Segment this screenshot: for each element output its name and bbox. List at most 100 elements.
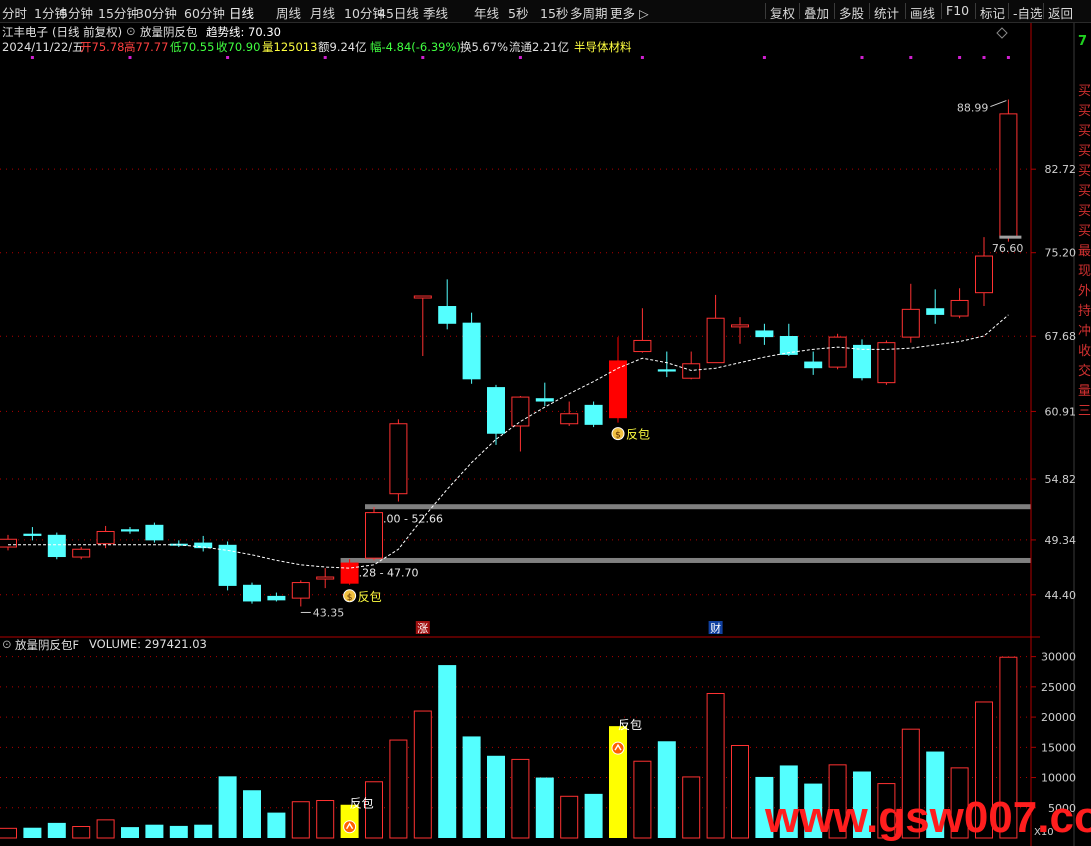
price-tick-label: 75.20 [1045, 247, 1077, 260]
volume-bar-down [47, 822, 66, 838]
volume-bar-up [316, 800, 335, 839]
top-dot [958, 56, 962, 59]
chevron-down-icon[interactable]: ⊙ [126, 24, 136, 38]
annotation-label: 88.99 [957, 102, 989, 115]
volume-bar-up [633, 760, 652, 839]
right-panel-glyph: 交 [1078, 364, 1091, 379]
right-panel-glyph: 现 [1078, 264, 1091, 279]
toolbar-separator [1008, 3, 1009, 19]
toolbar-button-5[interactable]: F10 [946, 3, 969, 18]
candlesticks[interactable] [0, 99, 1018, 607]
period-tab-11[interactable]: 季线 [423, 3, 448, 22]
close: 收70.90 [216, 40, 261, 54]
volume-indicator-name[interactable]: 放量阴反包F [15, 637, 79, 653]
candle-body-up [950, 299, 969, 317]
toolbar-button-2[interactable]: 多股 [839, 3, 864, 22]
candle-body-down [657, 369, 676, 372]
toolbar-button-0[interactable]: 复权 [770, 3, 795, 22]
period-tab-16[interactable]: 更多 ▷ [610, 3, 649, 22]
volume-bar-down [462, 736, 481, 838]
candle-body-up [682, 363, 701, 379]
kline-chart[interactable]: 52.00 - 52.6647.28 - 47.70 $ 反包 $ 反包 43.35 8… [0, 0, 1091, 846]
toolbar-button-4[interactable]: 画线 [910, 3, 935, 22]
top-dot [323, 56, 327, 59]
toolbar-button-1[interactable]: 叠加 [804, 3, 829, 22]
period-tab-3[interactable]: 15分钟 [98, 3, 139, 22]
period-tab-2[interactable]: 5分钟 [60, 3, 93, 22]
volume-tick-label: 10000 [1041, 772, 1076, 785]
right-panel-glyph: 外 [1078, 284, 1091, 299]
volume-bar-down [218, 776, 237, 838]
candle-body-up [0, 538, 17, 548]
top-dot [762, 56, 766, 59]
event-markers[interactable]: 涨财 [415, 621, 723, 635]
volume-bar-down [535, 777, 554, 838]
candle-body-down [23, 533, 42, 536]
candle-body-up [389, 423, 408, 495]
period-tab-13[interactable]: 5秒 [508, 3, 528, 22]
period-tab-15[interactable]: 多周期 [570, 3, 608, 22]
right-panel-glyph: 买 [1078, 124, 1091, 139]
annotation-arrow [990, 100, 1007, 108]
candle-body-up [413, 295, 432, 299]
period-tab-0[interactable]: 分时 [2, 3, 27, 22]
candle-body-up [365, 512, 383, 559]
volume-bar-down [438, 665, 457, 838]
toolbar-separator [905, 3, 906, 19]
coin-symbol: $ [615, 431, 621, 441]
quote-bar: 2024/11/22/五 开75.78 高77.77 低70.55 收70.90… [0, 38, 1031, 54]
volume-bar-down [243, 790, 261, 838]
candle-body-up [72, 548, 91, 558]
amount: 额9.24亿 [318, 40, 367, 54]
sector[interactable]: 半导体材料 [574, 39, 632, 55]
period-tab-12[interactable]: 年线 [474, 3, 499, 22]
date: 2024/11/22/五 [2, 40, 84, 54]
period-tab-5[interactable]: 60分钟 [184, 3, 225, 22]
toolbar-separator [941, 3, 942, 19]
volume-bar-up [413, 710, 432, 839]
price-annotations: 43.35 88.99 76.60 [300, 100, 1023, 619]
price-tick-label: 60.91 [1045, 405, 1077, 418]
period-tab-10[interactable]: 45日线 [378, 3, 419, 22]
toolbar-button-8[interactable]: 返回 [1048, 3, 1073, 22]
period-toolbar: 分时 1分钟 5分钟 15分钟 30分钟 60分钟 日线 周线 月线 10分钟 45日线 季线 年线 5秒… [0, 0, 1091, 23]
toolbar-button-7[interactable]: -自选 [1013, 3, 1043, 22]
candle-body-up [511, 396, 530, 427]
top-dot [128, 56, 132, 59]
right-panel-glyph: 买 [1078, 184, 1091, 199]
signal-label: 反包 [626, 428, 650, 442]
candle-body-down [487, 387, 505, 434]
period-tab-7[interactable]: 周线 [276, 3, 301, 22]
toolbar-separator [834, 3, 835, 19]
volume: 量125013 [262, 40, 318, 54]
toolbar-button-6[interactable]: 标记 [980, 3, 1005, 22]
candle-body-up [560, 413, 579, 425]
top-dot [909, 56, 913, 59]
volume-bar-down [169, 825, 188, 838]
volume-signal-label: 反包 [350, 797, 374, 811]
candle-body-up [999, 113, 1018, 238]
candle-body-down [926, 308, 945, 315]
top-dot [1006, 56, 1010, 59]
top-dot [226, 56, 230, 59]
period-tab-8[interactable]: 月线 [310, 3, 335, 22]
price-tick-label: 54.82 [1045, 473, 1077, 486]
candle-body-down [145, 524, 164, 541]
period-tab-4[interactable]: 30分钟 [136, 3, 177, 22]
turnover: 换5.67% [460, 40, 509, 54]
signal-label: 反包 [358, 590, 382, 604]
price-tick-label: 67.68 [1045, 330, 1077, 343]
toolbar-separator [869, 3, 870, 19]
annotation-label: 43.35 [313, 606, 345, 619]
candle-body-down [779, 336, 798, 355]
toolbar-button-3[interactable]: 统计 [874, 3, 899, 22]
volume-tick-label: 30000 [1041, 651, 1076, 664]
period-tab-6[interactable]: 日线 [229, 3, 254, 22]
volume-bar-up [96, 819, 115, 839]
volume-value: VOLUME: 297421.03 [89, 637, 207, 651]
volume-bar-down [121, 827, 139, 838]
period-tab-14[interactable]: 15秒 [540, 3, 568, 22]
candle-body-up [731, 324, 749, 328]
chevron-down-icon[interactable]: ⊙ [2, 637, 12, 651]
volume-bar-down [487, 755, 505, 838]
